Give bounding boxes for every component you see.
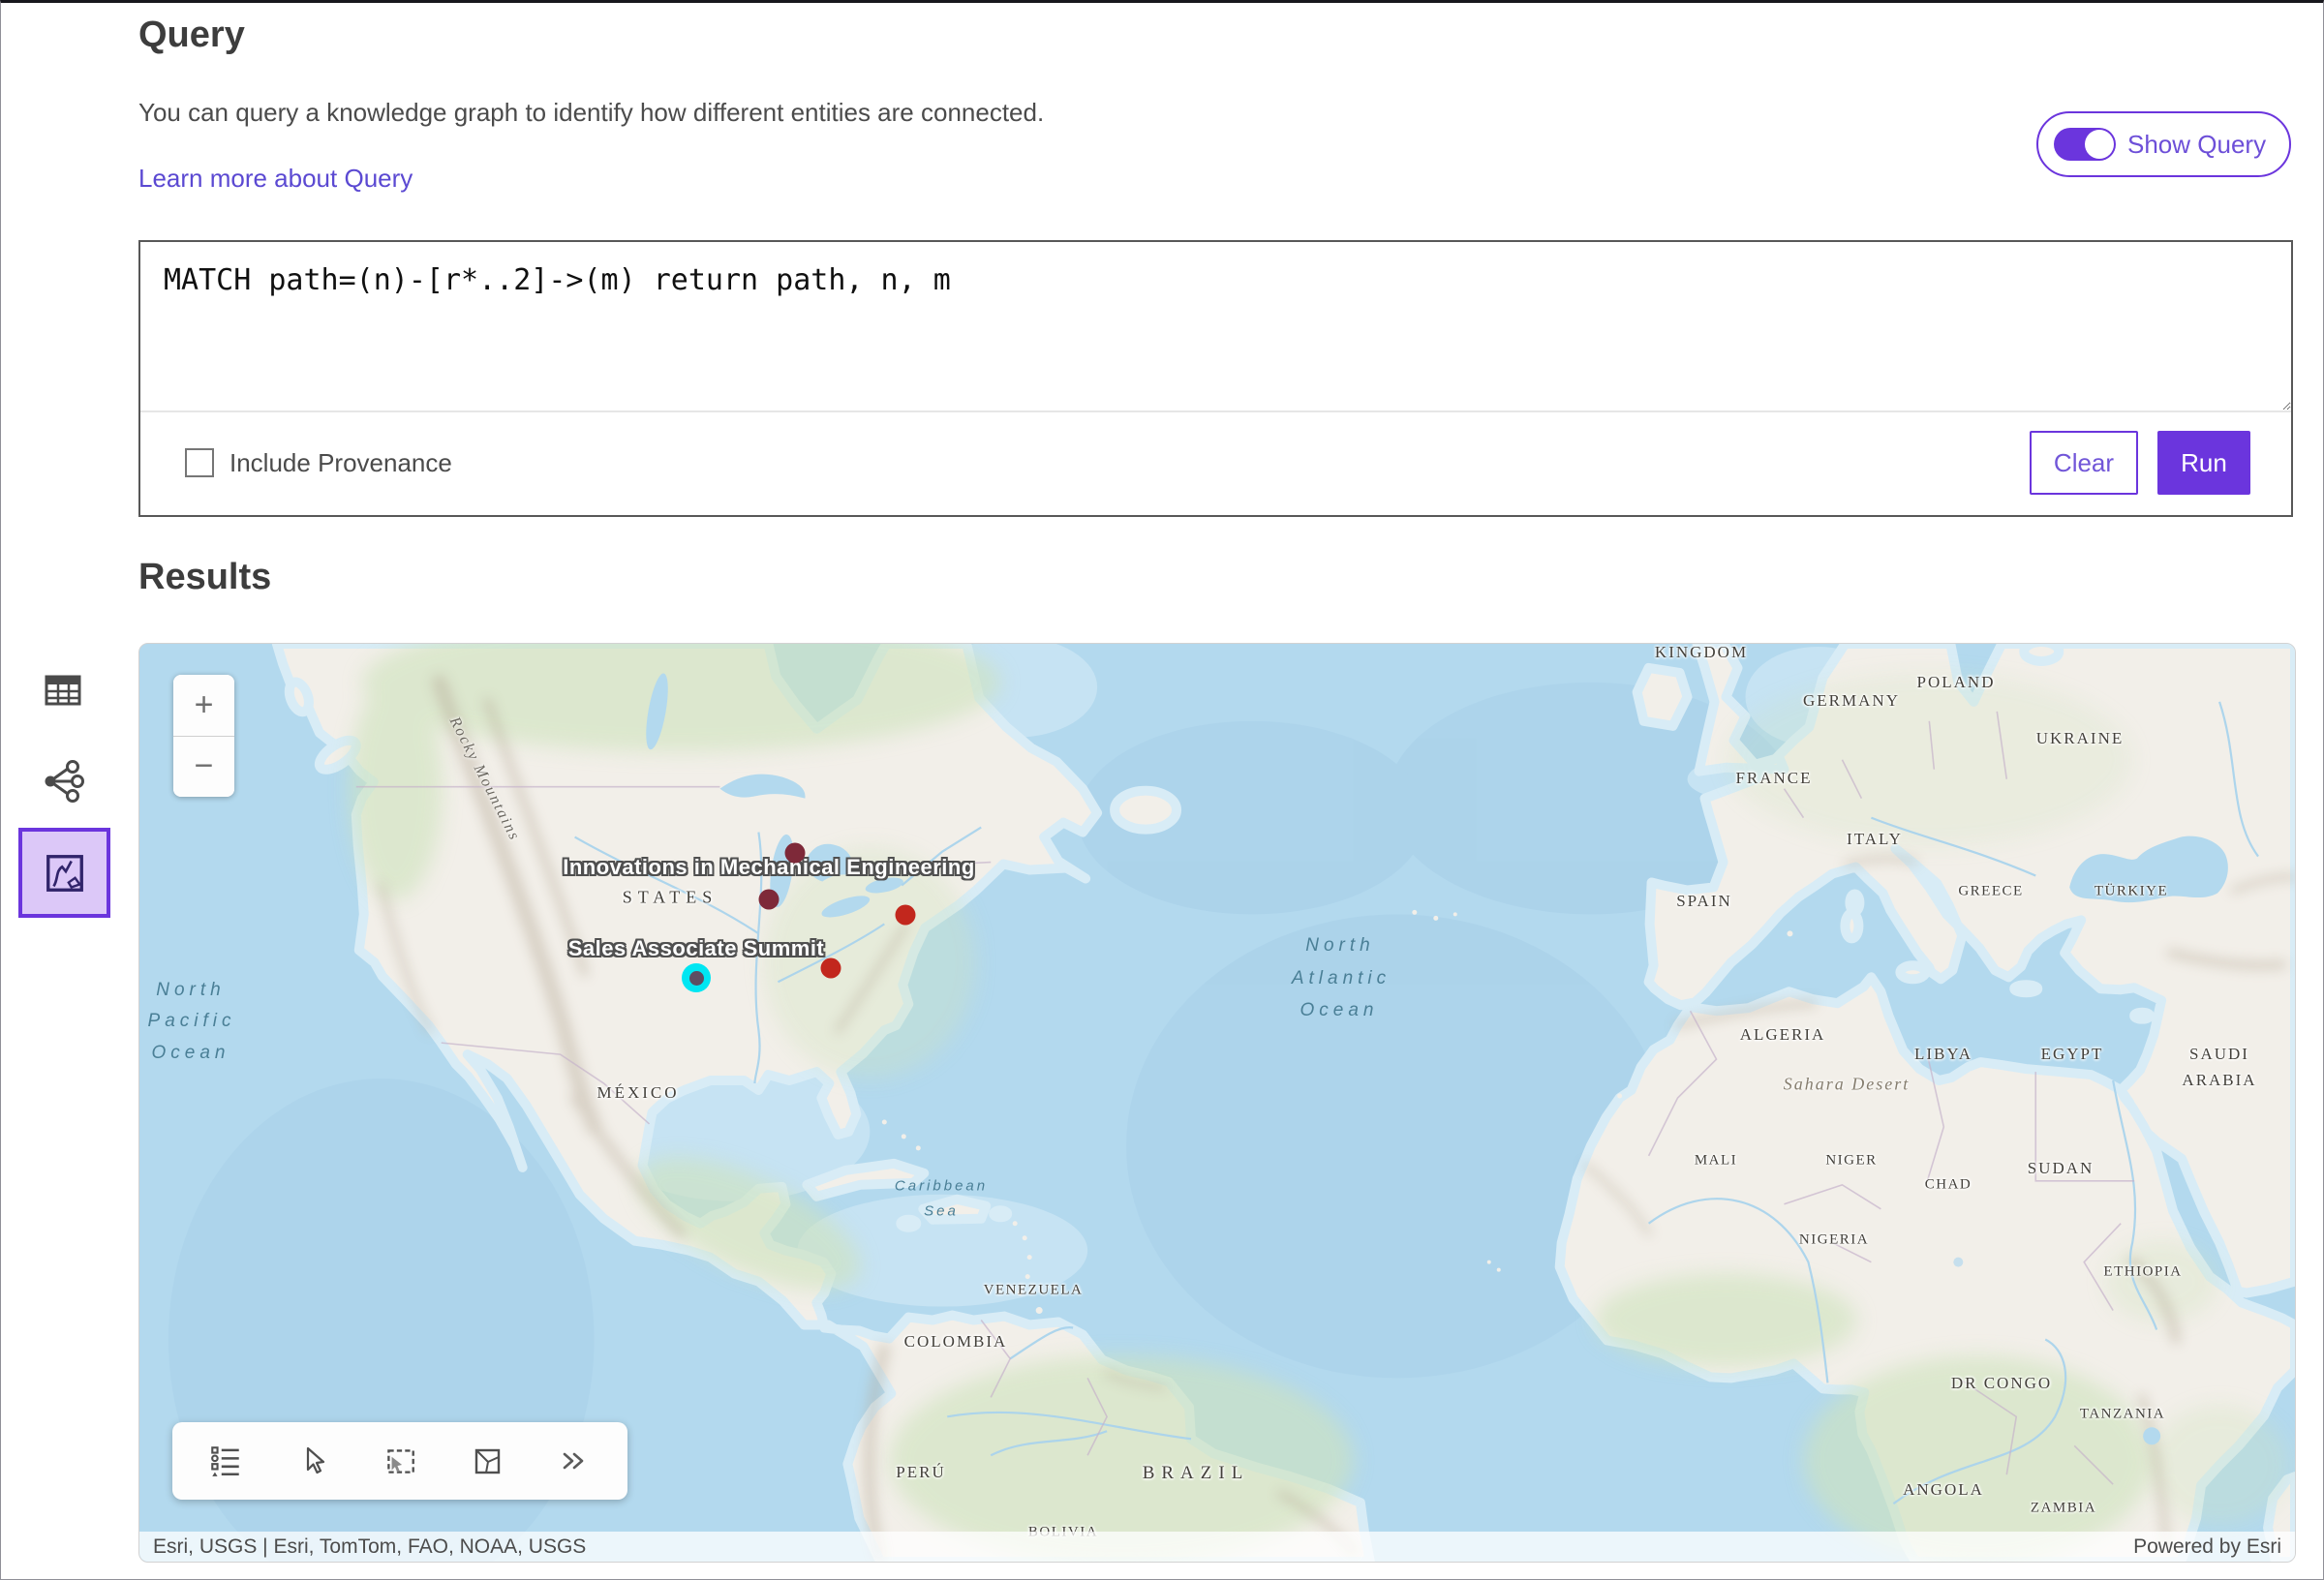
page-title: Query — [138, 15, 245, 56]
toggle-switch-icon[interactable] — [2054, 128, 2116, 161]
map-zoom-control: + − — [173, 675, 234, 797]
map-toolbar — [172, 1422, 627, 1500]
powered-by-esri: Powered by Esri — [2133, 1535, 2281, 1559]
clear-button[interactable]: Clear — [2030, 431, 2138, 495]
link-chart-view-button[interactable] — [40, 758, 86, 805]
map-point[interactable] — [785, 843, 806, 864]
select-cursor-button[interactable] — [291, 1440, 334, 1482]
legend-button[interactable] — [204, 1440, 247, 1482]
learn-more-link[interactable]: Learn more about Query — [138, 164, 413, 194]
show-query-toggle-label: Show Query — [2127, 130, 2266, 160]
map-point[interactable] — [896, 905, 916, 926]
show-query-toggle[interactable]: Show Query — [2036, 111, 2291, 177]
select-polygon-icon — [470, 1443, 505, 1478]
select-rectangle-icon — [382, 1443, 418, 1479]
map-attribution: Esri, USGS | Esri, TomTom, FAO, NOAA, US… — [139, 1532, 2295, 1562]
page-description: You can query a knowledge graph to ident… — [138, 98, 1044, 128]
query-panel-footer: Include Provenance Clear Run — [140, 412, 2291, 513]
select-rectangle-button[interactable] — [379, 1440, 421, 1482]
zoom-in-button[interactable]: + — [173, 675, 234, 737]
link-chart-icon — [40, 758, 86, 805]
query-panel: MATCH path=(n)-[r*..2]->(m) return path,… — [138, 240, 2293, 517]
cursor-icon — [295, 1443, 330, 1478]
double-chevron-right-icon — [557, 1443, 592, 1478]
include-provenance-checkbox[interactable] — [185, 448, 214, 477]
include-provenance-label: Include Provenance — [229, 448, 452, 478]
toolbar-expand-button[interactable] — [553, 1440, 596, 1482]
map-view-button[interactable] — [18, 828, 110, 918]
select-polygon-button[interactable] — [466, 1440, 508, 1482]
zoom-out-button[interactable]: − — [173, 737, 234, 798]
query-page: Query You can query a knowledge graph to… — [0, 0, 2324, 1580]
table-icon — [40, 667, 86, 714]
legend-icon — [207, 1443, 244, 1479]
map-point[interactable] — [759, 890, 780, 910]
results-title: Results — [138, 557, 271, 598]
map-point-selected[interactable] — [682, 963, 711, 992]
map-point[interactable] — [821, 958, 841, 979]
results-map[interactable]: KINGDOMPOLANDGERMANYUKRAINEFRANCEITALYSP… — [138, 643, 2296, 1563]
query-input[interactable]: MATCH path=(n)-[r*..2]->(m) return path,… — [140, 242, 2291, 412]
map-view-icon — [43, 851, 87, 896]
run-button[interactable]: Run — [2157, 431, 2250, 495]
table-view-button[interactable] — [40, 667, 86, 714]
attribution-sources: Esri, USGS | Esri, TomTom, FAO, NOAA, US… — [153, 1535, 586, 1559]
